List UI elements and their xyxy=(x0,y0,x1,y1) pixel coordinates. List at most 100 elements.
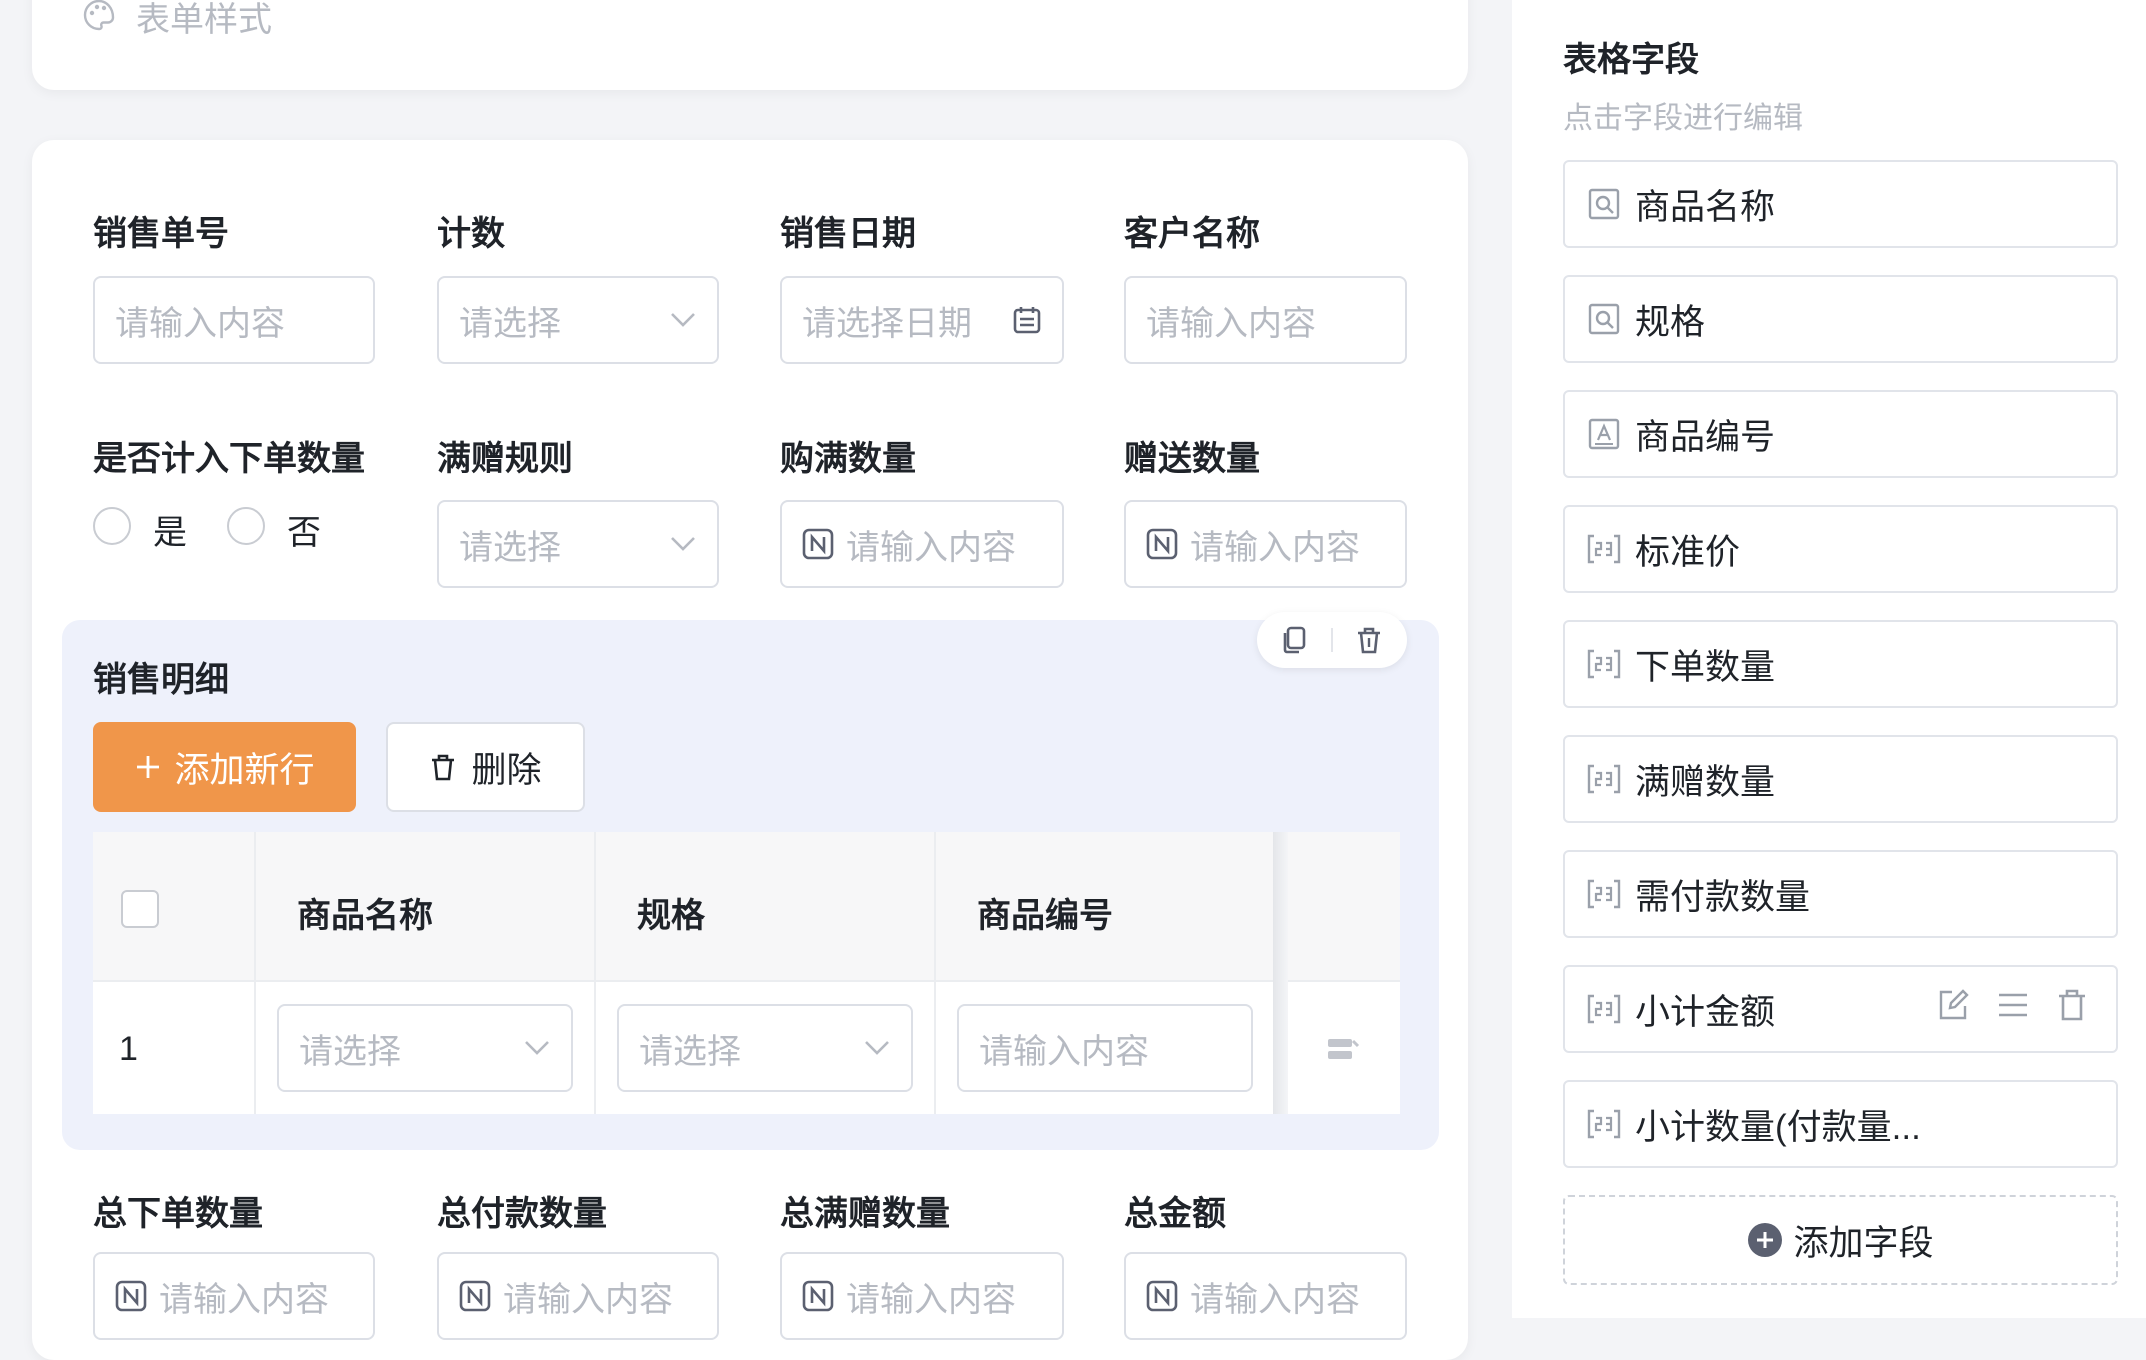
col-header-product-code[interactable]: 商品编号 xyxy=(977,888,1113,937)
row-edit-icon[interactable] xyxy=(1326,1033,1360,1072)
field-item-product-code[interactable]: 商品编号 xyxy=(1563,390,2118,478)
plus-icon xyxy=(134,753,162,781)
sale-date-picker[interactable]: 请选择日期 xyxy=(780,276,1064,364)
field-item-standard-price[interactable]: 标准价 xyxy=(1563,505,2118,593)
trash-icon[interactable] xyxy=(2056,988,2088,1031)
field-label: 满赠数量 xyxy=(1635,762,1776,802)
field-label: 小计数量(付款量... xyxy=(1635,1107,1921,1147)
number-field-icon xyxy=(1587,992,1621,1026)
calendar-icon xyxy=(1012,305,1042,335)
form-style-card: 表单样式 xyxy=(32,0,1468,90)
sales-detail-title: 销售明细 xyxy=(93,661,229,699)
placeholder: 请输入内容 xyxy=(846,1280,1016,1319)
chevron-down-icon xyxy=(669,535,697,553)
col-header-product-name[interactable]: 商品名称 xyxy=(297,888,433,937)
panel-toolbar xyxy=(1257,612,1407,668)
placeholder: 请输入内容 xyxy=(159,1280,329,1319)
plus-circle-icon xyxy=(1747,1222,1783,1258)
spec-select[interactable]: 请选择 xyxy=(617,1004,913,1092)
sidebar-title: 表格字段 xyxy=(1563,41,1699,79)
col-header-spec[interactable]: 规格 xyxy=(637,888,705,937)
number-n-icon xyxy=(802,528,834,560)
label-total-amount: 总金额 xyxy=(1124,1195,1226,1233)
chevron-down-icon xyxy=(863,1039,891,1057)
trash-icon[interactable] xyxy=(1353,624,1385,661)
number-field-icon xyxy=(1587,762,1621,796)
field-label: 商品编号 xyxy=(1635,417,1776,457)
count-select[interactable]: 请选择 xyxy=(437,276,719,364)
number-n-icon xyxy=(802,1280,834,1312)
edit-icon[interactable] xyxy=(1936,988,1970,1031)
radio-no[interactable] xyxy=(227,507,265,545)
total-order-qty-input[interactable]: 请输入内容 xyxy=(93,1252,375,1340)
placeholder: 请选择 xyxy=(459,304,561,343)
add-field-label: 添加字段 xyxy=(1793,1223,1934,1263)
placeholder: 请选择 xyxy=(639,1032,741,1071)
number-n-icon xyxy=(1146,528,1178,560)
copy-icon[interactable] xyxy=(1279,624,1311,661)
number-n-icon xyxy=(115,1280,147,1312)
gift-rule-select[interactable]: 请选择 xyxy=(437,500,719,588)
buy-qty-input[interactable]: 请输入内容 xyxy=(780,500,1064,588)
number-field-icon xyxy=(1587,1107,1621,1141)
add-row-label: 添加新行 xyxy=(174,750,315,790)
trash-icon xyxy=(429,752,457,782)
label-sale-date: 销售日期 xyxy=(780,215,916,253)
label-order-no: 销售单号 xyxy=(93,215,229,253)
field-label: 规格 xyxy=(1635,302,1706,342)
field-item-product-name[interactable]: 商品名称 xyxy=(1563,160,2118,248)
number-field-icon xyxy=(1587,532,1621,566)
label-customer: 客户名称 xyxy=(1124,215,1260,253)
label-count: 计数 xyxy=(437,215,505,253)
label-gift-qty: 赠送数量 xyxy=(1124,440,1260,478)
field-item-subtotal-qty[interactable]: 小计数量(付款量... xyxy=(1563,1080,2118,1168)
total-gift-qty-input[interactable]: 请输入内容 xyxy=(780,1252,1064,1340)
customer-input[interactable]: 请输入内容 xyxy=(1124,276,1407,364)
field-item-subtotal-amount[interactable]: 小计金额 xyxy=(1563,965,2118,1053)
label-total-order-qty: 总下单数量 xyxy=(93,1195,263,1233)
label-buy-qty: 购满数量 xyxy=(780,440,916,478)
select-all-checkbox[interactable] xyxy=(121,890,159,928)
radio-no-label[interactable]: 否 xyxy=(287,505,321,554)
field-label: 下单数量 xyxy=(1635,647,1776,687)
chevron-down-icon xyxy=(669,311,697,329)
search-field-icon xyxy=(1587,187,1621,221)
order-no-input[interactable]: 请输入内容 xyxy=(93,276,375,364)
sidebar-subtitle: 点击字段进行编辑 xyxy=(1563,102,1803,135)
placeholder: 请输入内容 xyxy=(1190,1280,1360,1319)
field-item-pay-qty[interactable]: 需付款数量 xyxy=(1563,850,2118,938)
table-header-actions xyxy=(1288,832,1400,982)
placeholder: 请输入内容 xyxy=(115,304,285,343)
field-item-gift-qty[interactable]: 满赠数量 xyxy=(1563,735,2118,823)
total-pay-qty-input[interactable]: 请输入内容 xyxy=(437,1252,719,1340)
radio-yes-label[interactable]: 是 xyxy=(153,505,187,554)
row-index: 1 xyxy=(119,1030,138,1068)
placeholder: 请选择 xyxy=(459,528,561,567)
add-field-button[interactable]: 添加字段 xyxy=(1563,1195,2118,1285)
drag-handle-icon[interactable] xyxy=(1996,989,2030,1029)
placeholder: 请选择 xyxy=(299,1032,401,1071)
gift-qty-input[interactable]: 请输入内容 xyxy=(1124,500,1407,588)
delete-button[interactable]: 删除 xyxy=(386,722,585,812)
field-label: 小计金额 xyxy=(1635,992,1776,1032)
field-actions xyxy=(1936,988,2088,1031)
field-label: 商品名称 xyxy=(1635,187,1776,227)
radio-yes[interactable] xyxy=(93,507,131,545)
product-code-input[interactable]: 请输入内容 xyxy=(957,1004,1253,1092)
add-row-button[interactable]: 添加新行 xyxy=(93,722,356,812)
form-style-title[interactable]: 表单样式 xyxy=(136,0,272,41)
field-item-order-qty[interactable]: 下单数量 xyxy=(1563,620,2118,708)
palette-icon xyxy=(82,0,116,37)
total-amount-input[interactable]: 请输入内容 xyxy=(1124,1252,1407,1340)
number-n-icon xyxy=(1146,1280,1178,1312)
placeholder: 请输入内容 xyxy=(503,1280,673,1319)
label-gift-rule: 满赠规则 xyxy=(437,440,573,478)
text-field-icon xyxy=(1587,417,1621,451)
placeholder: 请输入内容 xyxy=(979,1032,1149,1071)
search-field-icon xyxy=(1587,302,1621,336)
product-name-select[interactable]: 请选择 xyxy=(277,1004,573,1092)
field-item-spec[interactable]: 规格 xyxy=(1563,275,2118,363)
field-label: 标准价 xyxy=(1635,532,1741,572)
chevron-down-icon xyxy=(523,1039,551,1057)
placeholder: 请输入内容 xyxy=(846,528,1016,567)
